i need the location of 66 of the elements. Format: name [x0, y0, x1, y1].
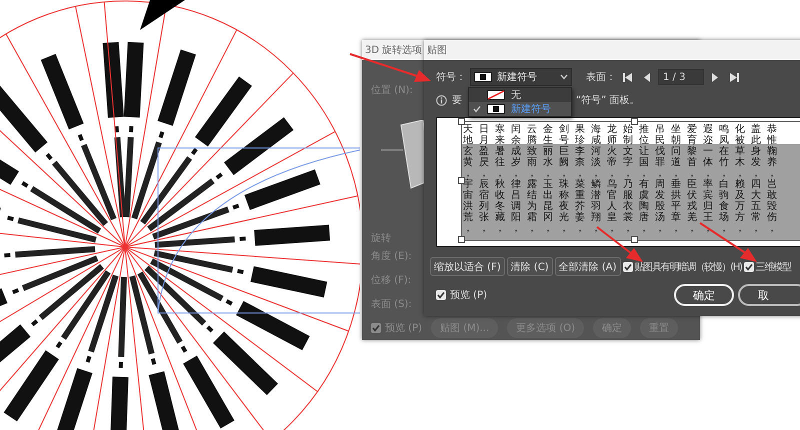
checkbox-label: 预览 (P) — [385, 322, 422, 335]
surface-field[interactable]: 1 / 3 — [658, 69, 704, 85]
preview-checkbox[interactable]: 三维模型 — [744, 260, 790, 274]
symbol-thumbnail-icon — [487, 104, 505, 114]
symbol-text-column: 果珍李柰，菜重芥姜， — [575, 124, 585, 234]
checkbox[interactable] — [371, 323, 381, 333]
symbol-text-column: 推位让国，有虞陶唐， — [639, 124, 649, 234]
info-icon — [436, 94, 447, 106]
info-text: “符号” 面板。 — [576, 94, 640, 107]
dialog-title: 3D 旋转选项 — [365, 44, 422, 57]
selection-handle[interactable] — [458, 236, 465, 243]
selection-handle[interactable] — [631, 118, 638, 125]
info-text: 要 — [452, 94, 462, 107]
symbol-text-column: 始制文字，乃服衣裳， — [623, 124, 633, 234]
symbol-text-column: 金生丽水，玉出昆冈， — [543, 124, 553, 234]
checkbox[interactable] — [744, 262, 754, 272]
next-icon[interactable] — [711, 72, 720, 82]
checkbox-label: 预览 (P) — [450, 289, 488, 302]
checkmark-icon — [473, 105, 481, 113]
dialog-title: 贴图 — [427, 44, 447, 57]
selection-handle[interactable] — [458, 177, 465, 184]
symbol-text-column: 吊民伐罪，周发殷汤， — [655, 124, 665, 234]
checkbox-label: 贴图具有明暗调（较慢）(H) — [634, 260, 742, 274]
symbol-text-column: 龙师火帝，鸟官人皇， — [607, 124, 617, 234]
first-page-icon[interactable] — [623, 72, 632, 82]
selection-handle[interactable] — [631, 236, 638, 243]
symbol-text-column: 鸣凤在竹，白驹食场， — [719, 124, 729, 234]
symbol-thumbnail-icon — [474, 72, 492, 82]
symbol-dropdown[interactable]: 新建符号 — [470, 68, 572, 86]
annotation-arrow — [699, 222, 757, 262]
symbol-text-column: 闰余成岁，律吕调阳， — [511, 124, 521, 234]
offset-label: 位移 (F): — [371, 274, 412, 288]
symbol-text-column: 云腾致雨，露结为霜， — [527, 124, 537, 234]
surface-label: 表面 (S): — [371, 298, 412, 312]
position-label: 位置 (N): — [371, 84, 413, 98]
symbol-text-column: 坐朝问道，垂拱平章， — [671, 124, 681, 234]
last-page-icon[interactable] — [730, 72, 739, 82]
section-title: 旋转 — [371, 232, 391, 246]
menu-item[interactable]: 无 — [469, 88, 571, 102]
dialog-button[interactable]: 缩放以适合 (F) — [430, 257, 505, 276]
symbol-label: 符号： — [436, 71, 466, 84]
symbol-text-column: 爱育黎首，臣伏戎羌， — [687, 124, 697, 234]
symbol-text-column: 恭惟鞠养，岂敢毁伤， — [767, 124, 777, 234]
checkbox[interactable] — [436, 290, 446, 300]
symbol-text-column: 剑号巨阙，珠称夜光， — [559, 124, 569, 234]
checkbox-label: 三维模型 — [756, 260, 790, 274]
preview-checkbox[interactable]: 贴图具有明暗调（较慢）(H) — [622, 260, 742, 274]
chevron-icon — [560, 74, 568, 80]
dialog-button[interactable]: 全部清除 (A) — [554, 257, 621, 276]
dialog-button[interactable]: 清除 (C) — [506, 257, 553, 276]
symbol-text-column: 日月盈昃，辰宿列张， — [479, 124, 489, 234]
angle-label: 角度 (E): — [371, 250, 412, 264]
previous-icon[interactable] — [642, 72, 651, 82]
annotation-arrow — [596, 226, 643, 262]
symbol-text-column: 寒来暑往，秋收冬藏， — [495, 124, 505, 234]
selection-handle[interactable] — [458, 118, 465, 125]
cancel-button[interactable]: 取 — [738, 284, 800, 306]
ok-button[interactable]: 确定 — [674, 284, 734, 306]
preview-checkbox[interactable]: 预览 (P) — [436, 288, 488, 302]
none-swatch-icon — [487, 90, 505, 100]
symbol-text-column: 化被草木，赖及万方， — [735, 124, 745, 234]
symbol-text-column: 遐迩一体，率宾归王， — [703, 124, 713, 234]
checkbox[interactable] — [622, 262, 633, 272]
symbol-text-column: 海咸河淡，鳞潜羽翔， — [591, 124, 601, 234]
surface-label: 表面： — [586, 70, 616, 84]
symbol-text-column: 盖此身发，四大五常， — [751, 124, 761, 234]
